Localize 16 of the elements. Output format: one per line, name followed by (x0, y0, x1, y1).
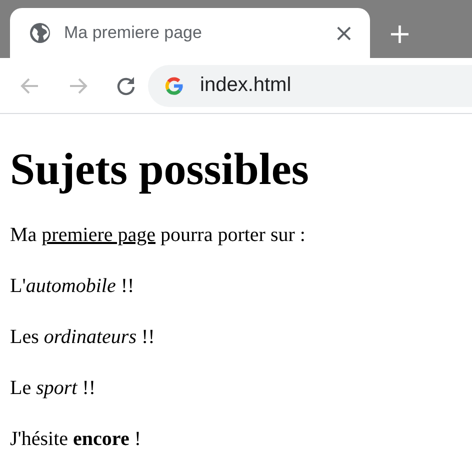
reload-icon[interactable] (116, 76, 136, 96)
paragraph: Ma premiere page pourra porter sur : (10, 224, 306, 247)
paragraph: J'hésite encore ! (10, 428, 142, 451)
new-tab-button[interactable]: + (388, 20, 412, 48)
paragraph: L'automobile !! (10, 274, 136, 298)
address-bar[interactable]: index.html (148, 64, 472, 106)
page-heading: Sujets possibles (10, 144, 310, 196)
globe-icon (30, 23, 50, 43)
close-button[interactable]: × (332, 21, 356, 45)
browser-tab[interactable]: Ma premiere page × (10, 8, 370, 58)
google-g-icon (164, 76, 184, 96)
paragraph: Les ordinateurs !! (10, 326, 156, 349)
tab-title: Ma premiere page (64, 23, 203, 43)
page-link[interactable]: premiere page (42, 224, 156, 246)
paragraph: Le sport !! (10, 376, 97, 400)
url-text: index.html (200, 74, 292, 97)
